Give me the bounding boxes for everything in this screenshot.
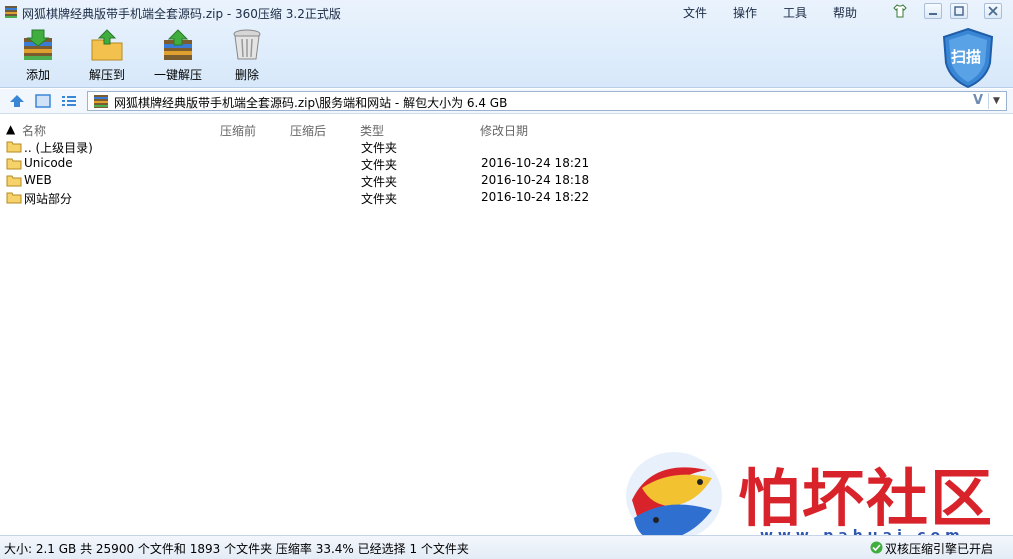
delete-label: 删除 (234, 68, 259, 82)
scan-button[interactable]: 扫描 (940, 27, 996, 89)
title-bar: 网狐棋牌经典版带手机端全套源码.zip - 360压缩 3.2正式版 文件 操作… (0, 0, 1013, 24)
list-header: ▲ 名称 压缩前 压缩后 类型 修改日期 (0, 118, 600, 139)
folder-icon (6, 158, 22, 170)
row-type: 文件夹 (361, 158, 398, 172)
address-row: 网狐棋牌经典版带手机端全套源码.zip\服务端和网站 - 解包大小为 6.4 G… (0, 89, 1013, 114)
folder-icon (6, 175, 22, 187)
engine-status-icon (870, 541, 883, 554)
large-icon-view-icon[interactable] (34, 93, 52, 109)
row-name: .. (上级目录) (24, 141, 93, 155)
minimize-icon (929, 13, 937, 15)
row-modified: 2016-10-24 18:22 (481, 190, 590, 204)
close-button[interactable] (984, 3, 1002, 19)
row-modified: 2016-10-24 18:21 (481, 156, 590, 170)
address-bar[interactable]: 网狐棋牌经典版带手机端全套源码.zip\服务端和网站 - 解包大小为 6.4 G… (87, 91, 1007, 111)
maximize-button[interactable] (950, 3, 968, 19)
menu-operation[interactable]: 操作 (733, 4, 757, 21)
table-row[interactable]: WEB 文件夹 2016-10-24 18:18 (0, 172, 1013, 189)
extract-to-label: 解压到 (88, 68, 125, 82)
maximize-icon (954, 6, 964, 16)
row-name: Unicode (24, 156, 73, 170)
one-click-extract-icon (164, 29, 192, 60)
row-name: 网站部分 (24, 192, 73, 206)
skin-shirt-icon[interactable] (892, 3, 908, 19)
scan-label: 扫描 (951, 48, 982, 66)
menu-tools[interactable]: 工具 (783, 4, 807, 21)
column-modified[interactable]: 修改日期 (480, 122, 528, 139)
extract-to-button[interactable]: 解压到 (77, 28, 137, 84)
up-arrow-icon[interactable] (8, 93, 26, 109)
table-row[interactable]: .. (上级目录) 文件夹 (0, 138, 1013, 155)
status-summary: 大小: 2.1 GB 共 25900 个文件和 1893 个文件夹 压缩率 33… (4, 542, 469, 556)
add-label: 添加 (25, 68, 50, 82)
one-click-extract-label: 一键解压 (153, 68, 202, 82)
trash-can-icon (233, 29, 261, 60)
column-packed[interactable]: 压缩前 (220, 122, 256, 139)
delete-button[interactable]: 删除 (217, 28, 277, 84)
menu-file[interactable]: 文件 (683, 4, 707, 21)
folder-icon (6, 141, 22, 153)
row-type: 文件夹 (361, 192, 398, 206)
add-button[interactable]: 添加 (8, 28, 68, 84)
column-name[interactable]: 名称 (22, 122, 46, 139)
row-modified: 2016-10-24 18:18 (481, 173, 590, 187)
window-title: 网狐棋牌经典版带手机端全套源码.zip - 360压缩 3.2正式版 (22, 7, 341, 21)
watermark-text: 怕坏社区 (738, 462, 995, 535)
dual-core-engine-status[interactable]: 双核压缩引擎已开启 (885, 540, 993, 557)
table-row[interactable]: 网站部分 文件夹 2016-10-24 18:22 (0, 189, 1013, 206)
menu-help[interactable]: 帮助 (833, 4, 857, 21)
list-view-icon[interactable] (60, 93, 78, 109)
zip-archive-icon (94, 95, 108, 108)
folder-icon (6, 192, 22, 204)
one-click-extract-button[interactable]: 一键解压 (148, 28, 208, 84)
archive-app-icon (5, 6, 17, 18)
close-icon (988, 6, 998, 16)
row-type: 文件夹 (361, 175, 398, 189)
status-bar: 大小: 2.1 GB 共 25900 个文件和 1893 个文件夹 压缩率 33… (0, 535, 1013, 559)
column-type[interactable]: 类型 (360, 122, 384, 139)
row-name: WEB (24, 173, 52, 187)
minimize-button[interactable] (924, 3, 942, 19)
address-path: 网狐棋牌经典版带手机端全套源码.zip\服务端和网站 - 解包大小为 6.4 G… (114, 96, 508, 110)
extract-folder-icon (91, 29, 123, 61)
add-archive-icon (24, 29, 52, 60)
column-compressed[interactable]: 压缩后 (290, 122, 326, 139)
sort-ascending-icon: ▲ (6, 122, 16, 136)
address-dropdown-button[interactable]: ▼ (988, 93, 1004, 109)
row-type: 文件夹 (361, 141, 398, 155)
top-area: 网狐棋牌经典版带手机端全套源码.zip - 360压缩 3.2正式版 文件 操作… (0, 0, 1013, 89)
table-row[interactable]: Unicode 文件夹 2016-10-24 18:21 (0, 155, 1013, 172)
verify-button[interactable]: V (970, 93, 986, 109)
